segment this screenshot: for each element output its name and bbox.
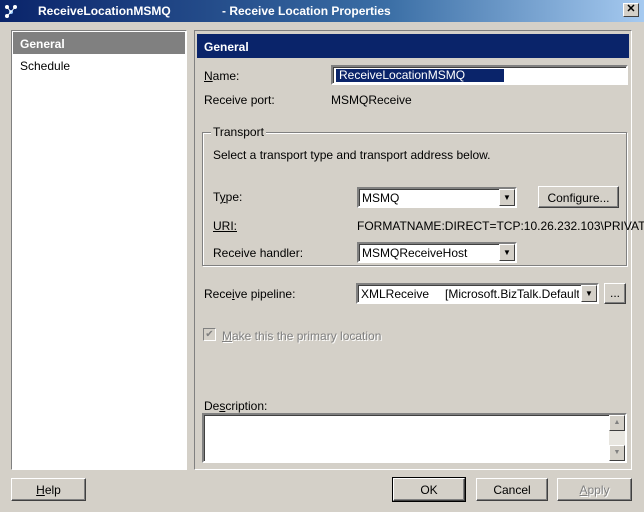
app-icon	[5, 5, 17, 18]
chevron-down-icon[interactable]: ▼	[499, 189, 515, 206]
uri-label: URI:	[213, 219, 237, 233]
name-field[interactable]: ReceiveLocationMSMQ	[331, 65, 628, 85]
name-label: Name:	[204, 69, 240, 83]
transport-instructions: Select a transport type and transport ad…	[213, 148, 491, 162]
chevron-down-icon[interactable]: ▼	[581, 285, 597, 302]
uri-value: FORMATNAME:DIRECT=TCP:10.26.232.103\PRIV…	[357, 219, 644, 233]
panel-header: General	[197, 34, 629, 58]
description-scrollbar[interactable]: ▲ ▼	[609, 415, 625, 461]
transport-type-value: MSMQ	[362, 191, 400, 205]
help-button[interactable]: Help	[11, 478, 86, 501]
description-field[interactable]: ▲ ▼	[202, 413, 627, 463]
close-button[interactable]: ✕	[623, 3, 639, 17]
pipeline-browse-button[interactable]: ...	[604, 283, 626, 304]
nav-item-schedule[interactable]: Schedule	[13, 54, 185, 76]
name-value: ReceiveLocationMSMQ	[336, 69, 504, 82]
pipeline-name-value: XMLReceive	[361, 287, 430, 301]
window-title-dialog: - Receive Location Properties	[222, 4, 391, 18]
nav-item-label: General	[20, 37, 65, 51]
receive-handler-select[interactable]: MSMQReceiveHost ▼	[357, 242, 517, 263]
pipeline-assembly-value: [Microsoft.BizTalk.DefaultPip	[445, 287, 579, 301]
receive-port-value: MSMQReceive	[331, 93, 412, 107]
description-label: Description:	[204, 399, 268, 413]
ok-button[interactable]: OK	[392, 477, 466, 502]
receive-pipeline-select[interactable]: XMLReceive [Microsoft.BizTalk.DefaultPip…	[356, 283, 599, 304]
page-nav: General Schedule	[11, 30, 187, 470]
transport-type-select[interactable]: MSMQ ▼	[357, 187, 517, 208]
chevron-down-icon[interactable]: ▼	[499, 244, 515, 261]
cancel-button[interactable]: Cancel	[476, 478, 548, 501]
scroll-down-icon[interactable]: ▼	[609, 445, 625, 461]
receive-pipeline-label: Receive pipeline:	[204, 287, 296, 301]
general-panel: General Name: ReceiveLocationMSMQ Receiv…	[194, 30, 644, 470]
close-icon: ✕	[626, 3, 636, 15]
receive-port-label: Receive port:	[204, 93, 275, 107]
title-bar: ReceiveLocationMSMQ - Receive Location P…	[0, 0, 644, 22]
transport-legend: Transport	[211, 125, 266, 139]
type-label: Type:	[213, 190, 243, 204]
configure-button[interactable]: Configure...	[538, 186, 619, 208]
nav-item-general[interactable]: General	[13, 32, 185, 54]
receive-handler-value: MSMQReceiveHost	[362, 246, 468, 260]
primary-location-label: Make this the primary location	[222, 329, 382, 343]
transport-group: Transport Select a transport type and tr…	[202, 125, 644, 266]
window-title-location: ReceiveLocationMSMQ	[38, 4, 171, 18]
apply-button[interactable]: Apply	[557, 478, 632, 501]
primary-location-checkbox[interactable]: ✔	[203, 328, 216, 341]
scroll-up-icon[interactable]: ▲	[609, 415, 625, 431]
receive-handler-label: Receive handler:	[213, 246, 304, 260]
nav-item-label: Schedule	[20, 59, 71, 73]
